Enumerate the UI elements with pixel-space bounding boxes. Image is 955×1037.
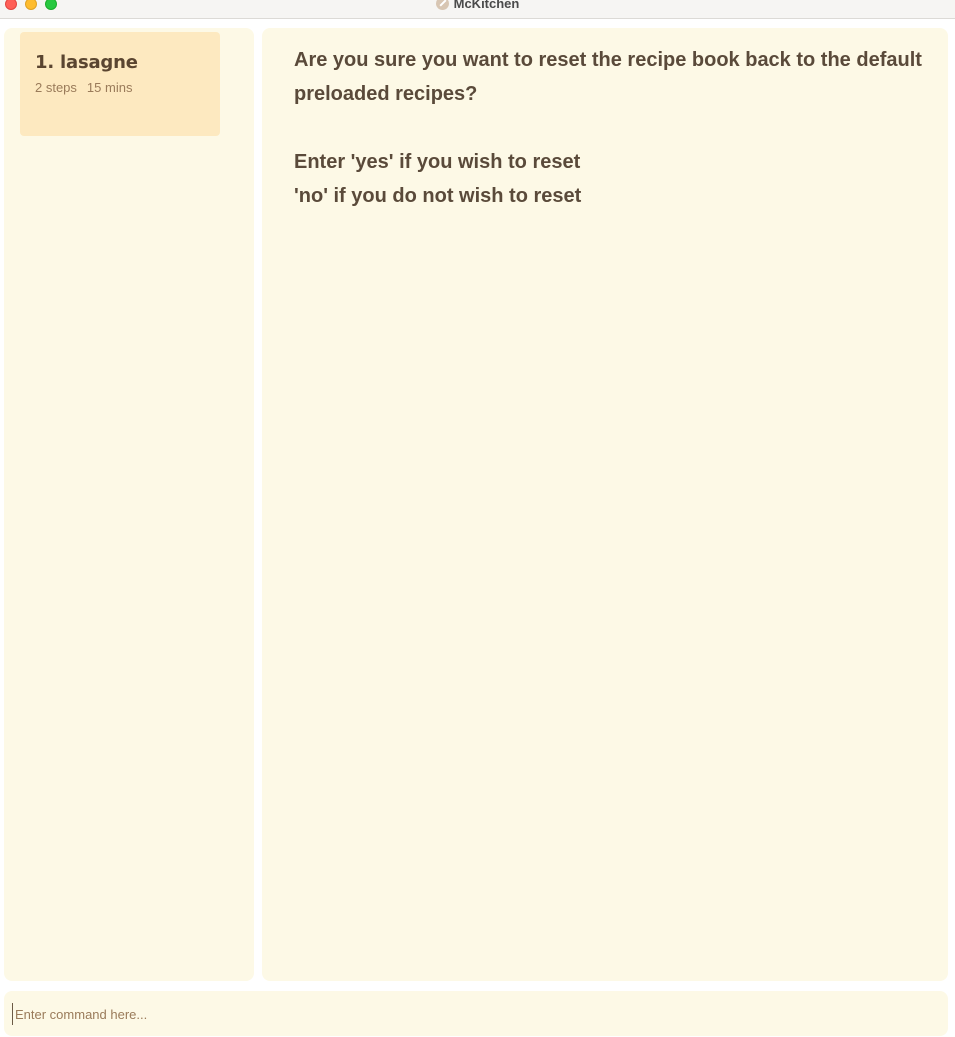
recipe-card[interactable]: 1. lasagne 2 steps 15 mins (20, 32, 220, 136)
command-input[interactable] (12, 1003, 935, 1025)
app-logo-icon (435, 0, 449, 10)
recipe-steps: 2 steps (35, 80, 77, 95)
reset-yes-instruction: Enter 'yes' if you wish to reset (294, 151, 581, 173)
recipe-duration: 15 mins (86, 80, 133, 95)
recipe-list-panel: 1. lasagne 2 steps 15 mins (4, 28, 254, 981)
reset-confirmation-question: Are you sure you want to reset the recip… (294, 49, 922, 105)
result-display-panel: Are you sure you want to reset the recip… (262, 28, 948, 981)
app-window: McKitchen 1. lasagne 2 steps 15 mins Are … (0, 0, 955, 1037)
window-title: McKitchen (453, 0, 520, 11)
recipe-title: 1. lasagne (35, 52, 138, 73)
command-box (4, 991, 948, 1036)
recipe-meta: 2 steps 15 mins (35, 80, 220, 95)
window-title-container: McKitchen (0, 0, 955, 11)
reset-no-instruction: 'no' if you do not wish to reset (294, 185, 582, 207)
title-bar: McKitchen (0, 0, 955, 19)
